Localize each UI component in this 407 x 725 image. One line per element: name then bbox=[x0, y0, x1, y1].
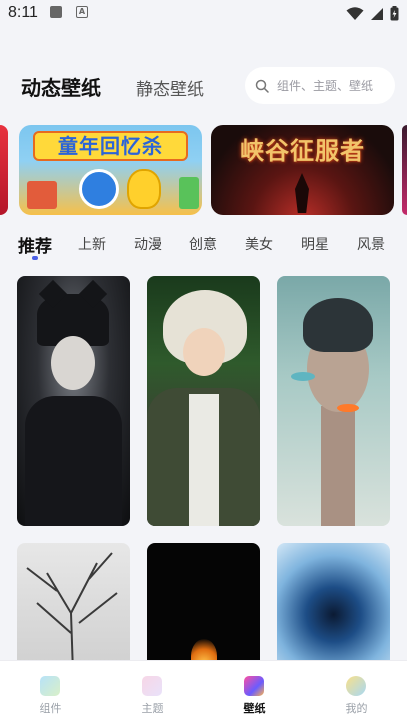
wallpaper-thumbnail[interactable] bbox=[277, 543, 390, 673]
wallpaper-thumbnail[interactable] bbox=[17, 276, 130, 526]
wifi-icon bbox=[346, 6, 364, 20]
tab-live-wallpaper[interactable]: 动态壁纸 bbox=[21, 72, 101, 101]
wallpaper-art bbox=[321, 406, 355, 526]
category-tab-creative[interactable]: 创意 bbox=[189, 234, 217, 254]
profile-icon bbox=[346, 676, 366, 696]
banner-next-partial[interactable] bbox=[402, 125, 407, 215]
search-icon bbox=[255, 79, 269, 93]
banner-previous-partial[interactable] bbox=[0, 125, 8, 215]
status-indicators bbox=[346, 6, 399, 21]
active-tab-indicator bbox=[32, 256, 38, 260]
signal-icon bbox=[371, 7, 383, 20]
wallpaper-art bbox=[25, 396, 122, 526]
nav-label: 我的 bbox=[345, 702, 368, 715]
banner-character-image bbox=[79, 169, 119, 209]
wallpaper-art bbox=[291, 372, 315, 381]
wallpaper-art bbox=[183, 328, 225, 376]
banner-title: 峡谷征服者 bbox=[240, 137, 365, 165]
tab-static-wallpaper[interactable]: 静态壁纸 bbox=[136, 75, 204, 100]
wallpaper-art bbox=[303, 298, 373, 352]
notification-icon bbox=[50, 6, 62, 18]
category-tab-recommended[interactable]: 推荐 bbox=[18, 232, 52, 257]
nav-label: 主题 bbox=[141, 702, 164, 715]
wallpaper-art bbox=[51, 336, 95, 390]
banner-character-image bbox=[127, 169, 161, 209]
search-bar[interactable] bbox=[245, 67, 395, 104]
category-tab-celebrity[interactable]: 明星 bbox=[301, 234, 329, 254]
wallpaper-thumbnail[interactable] bbox=[147, 276, 260, 526]
category-tab-scenery[interactable]: 风景 bbox=[357, 234, 385, 254]
category-tabs: 推荐 上新 动漫 创意 美女 明星 风景 bbox=[18, 232, 407, 260]
banner-decoration bbox=[27, 181, 57, 209]
category-tab-anime[interactable]: 动漫 bbox=[134, 234, 162, 254]
banner-canyon-conqueror[interactable]: 峡谷征服者 bbox=[211, 125, 394, 215]
wallpaper-art bbox=[337, 404, 359, 412]
wallpaper-art bbox=[26, 552, 118, 673]
category-tab-new[interactable]: 上新 bbox=[78, 234, 106, 254]
nav-item-profile[interactable]: 我的 bbox=[306, 661, 407, 725]
category-tab-beauty[interactable]: 美女 bbox=[245, 234, 273, 254]
banner-title: 童年回忆杀 bbox=[33, 131, 188, 161]
search-input[interactable] bbox=[277, 78, 395, 93]
nav-item-wallpapers[interactable]: 壁纸 bbox=[204, 661, 305, 725]
theme-icon bbox=[142, 676, 162, 696]
banner-decoration bbox=[179, 177, 199, 209]
wallpaper-thumbnail[interactable] bbox=[147, 543, 260, 673]
widget-icon bbox=[40, 676, 60, 696]
status-time: 8:11 bbox=[8, 4, 38, 21]
banner-tower-image bbox=[295, 173, 309, 213]
banner-childhood-memories[interactable]: 童年回忆杀 bbox=[19, 125, 202, 215]
wallpaper-icon bbox=[244, 676, 264, 696]
nav-item-widgets[interactable]: 组件 bbox=[0, 661, 101, 725]
notification-app-icon: A bbox=[76, 6, 88, 18]
nav-item-themes[interactable]: 主题 bbox=[102, 661, 203, 725]
battery-icon bbox=[390, 6, 399, 21]
nav-label: 壁纸 bbox=[243, 702, 266, 715]
nav-label: 组件 bbox=[39, 702, 62, 715]
wallpaper-thumbnail[interactable] bbox=[277, 276, 390, 526]
bottom-navigation: 组件 主题 壁纸 我的 bbox=[0, 660, 407, 725]
status-bar: 8:11 A bbox=[0, 0, 407, 28]
wallpaper-thumbnail[interactable] bbox=[17, 543, 130, 673]
wallpaper-art bbox=[189, 394, 219, 526]
